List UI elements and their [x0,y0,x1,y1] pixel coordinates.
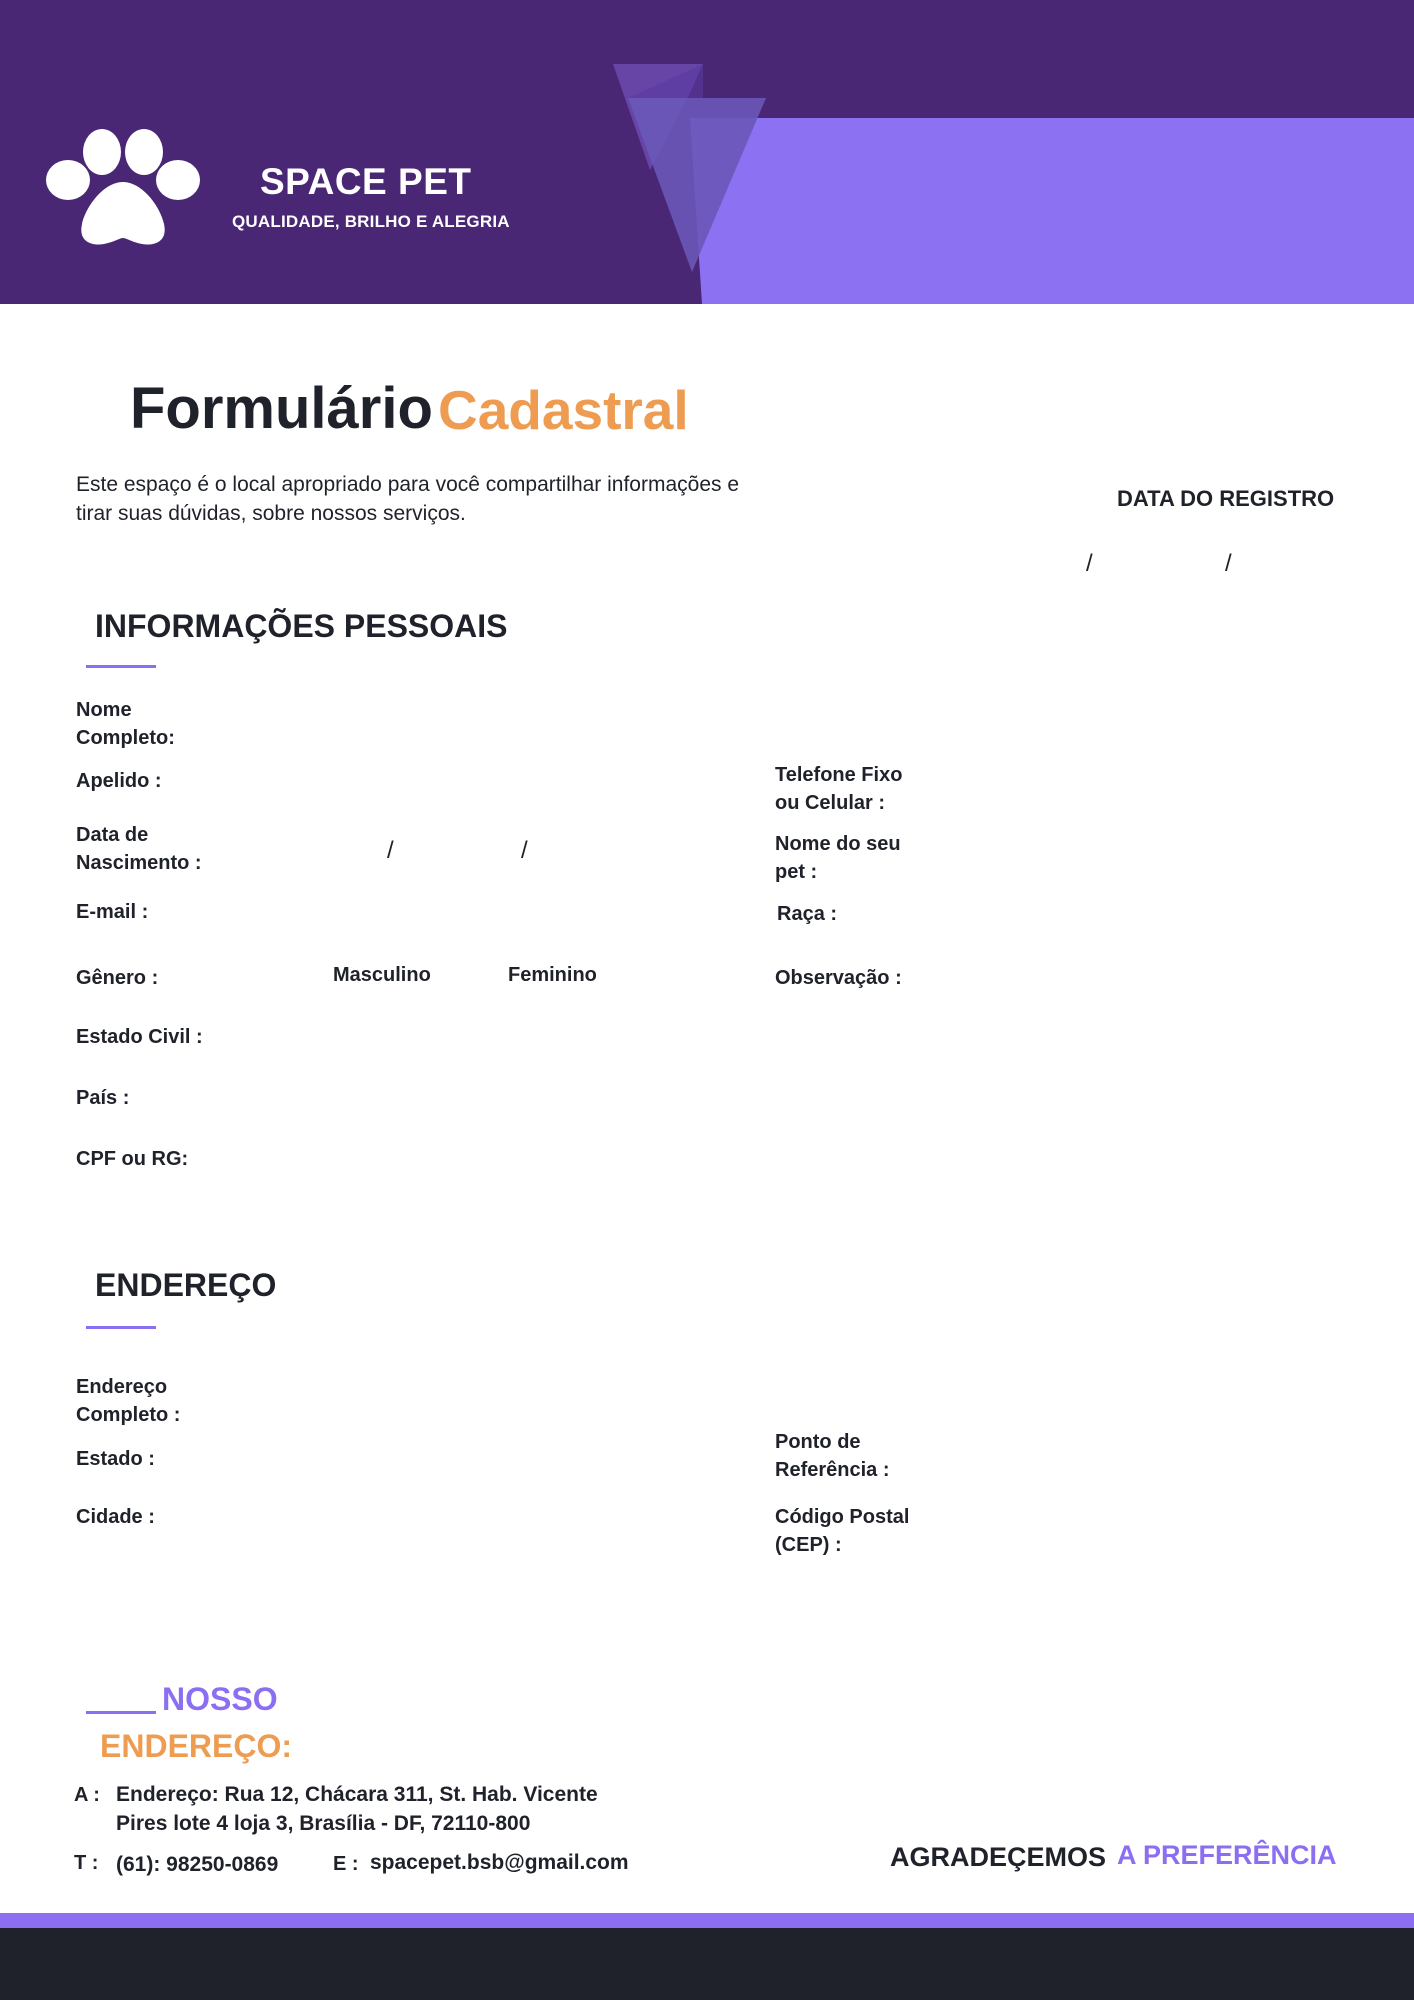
date-separator: / [1225,550,1232,577]
address-line: Endereço: Rua 12, Chácara 311, St. Hab. … [116,1783,598,1806]
label-line: pet : [775,861,818,883]
full-name-label: Nome Completo: [76,696,175,752]
form-title-accent: Cadastral [438,379,689,441]
label-line: Nome [76,699,132,721]
footer-heading-rule [86,1711,156,1714]
gender-label: Gênero : [76,967,159,989]
section-title-personal: INFORMAÇÕES PESSOAIS [95,608,508,644]
footer-phone[interactable]: (61): 98250-0869 [116,1850,278,1879]
section-underline [86,665,156,668]
section-underline [86,1326,156,1329]
brand-tagline: QUALIDADE, BRILHO E ALEGRIA [232,212,510,231]
reference-point-label: Ponto de Referência : [775,1428,890,1484]
phone-label: Telefone Fixo ou Celular : [775,761,902,817]
header-banner: SPACE PET QUALIDADE, BRILHO E ALEGRIA [0,0,1414,304]
label-line: Completo : [76,1404,181,1426]
label-line: Código Postal [775,1506,910,1528]
label-line: Nascimento : [76,852,202,874]
marital-status-label: Estado Civil : [76,1026,203,1048]
date-separator: / [1086,550,1093,577]
email-key: E : [333,1853,359,1875]
breed-label: Raça : [777,903,838,925]
footer-stripe [0,1913,1414,1928]
footer-bar [0,1928,1414,2000]
intro-text: Este espaço é o local apropriado para vo… [76,470,876,528]
brand-name: SPACE PET [260,161,472,202]
label-line: (CEP) : [775,1534,842,1556]
notes-label: Observação : [775,967,902,989]
id-document-label: CPF ou RG: [76,1148,189,1170]
phone-key: T : [74,1852,99,1874]
gender-option-female[interactable]: Feminino [508,961,597,989]
birth-date-label: Data de Nascimento : [76,821,202,877]
intro-line: Este espaço é o local apropriado para vo… [76,473,740,496]
label-line: Endereço [76,1376,168,1398]
thanks-text: AGRADEÇEMOS [890,1842,1107,1872]
label-line: ou Celular : [775,792,886,814]
full-address-label: Endereço Completo : [76,1373,180,1429]
label-line: Telefone Fixo [775,764,903,786]
nickname-label: Apelido : [76,770,162,792]
label-line: Nome do seu [775,833,901,855]
country-label: País : [76,1087,130,1109]
label-line: Ponto de [775,1431,861,1453]
date-separator: / [521,837,528,864]
paw-icon [46,129,200,245]
section-title-address: ENDEREÇO [95,1267,277,1303]
gender-option-male[interactable]: Masculino [333,961,431,989]
city-label: Cidade : [76,1506,155,1528]
date-separator: / [387,837,394,864]
email-label: E-mail : [76,901,149,923]
thanks-text-accent: A PREFERÊNCIA [1117,1840,1337,1870]
pet-name-label: Nome do seu pet : [775,830,901,886]
state-label: Estado : [76,1448,155,1470]
header-background [0,0,1414,304]
footer-email[interactable]: spacepet.bsb@gmail.com [370,1848,629,1877]
address-key: A : [74,1784,100,1806]
label-line: Completo: [76,727,175,749]
registration-date-label: DATA DO REGISTRO [1117,486,1335,511]
footer-heading-line2: ENDEREÇO: [100,1728,293,1764]
postal-code-label: Código Postal (CEP) : [775,1503,909,1559]
form-title: Formulário [130,376,433,441]
label-line: Data de [76,824,149,846]
footer-address: Endereço: Rua 12, Chácara 311, St. Hab. … [116,1780,598,1838]
footer-heading-line1: NOSSO [162,1681,278,1717]
address-line: Pires lote 4 loja 3, Brasília - DF, 7211… [116,1812,531,1835]
intro-line: tirar suas dúvidas, sobre nossos serviço… [76,502,466,525]
label-line: Referência : [775,1459,890,1481]
